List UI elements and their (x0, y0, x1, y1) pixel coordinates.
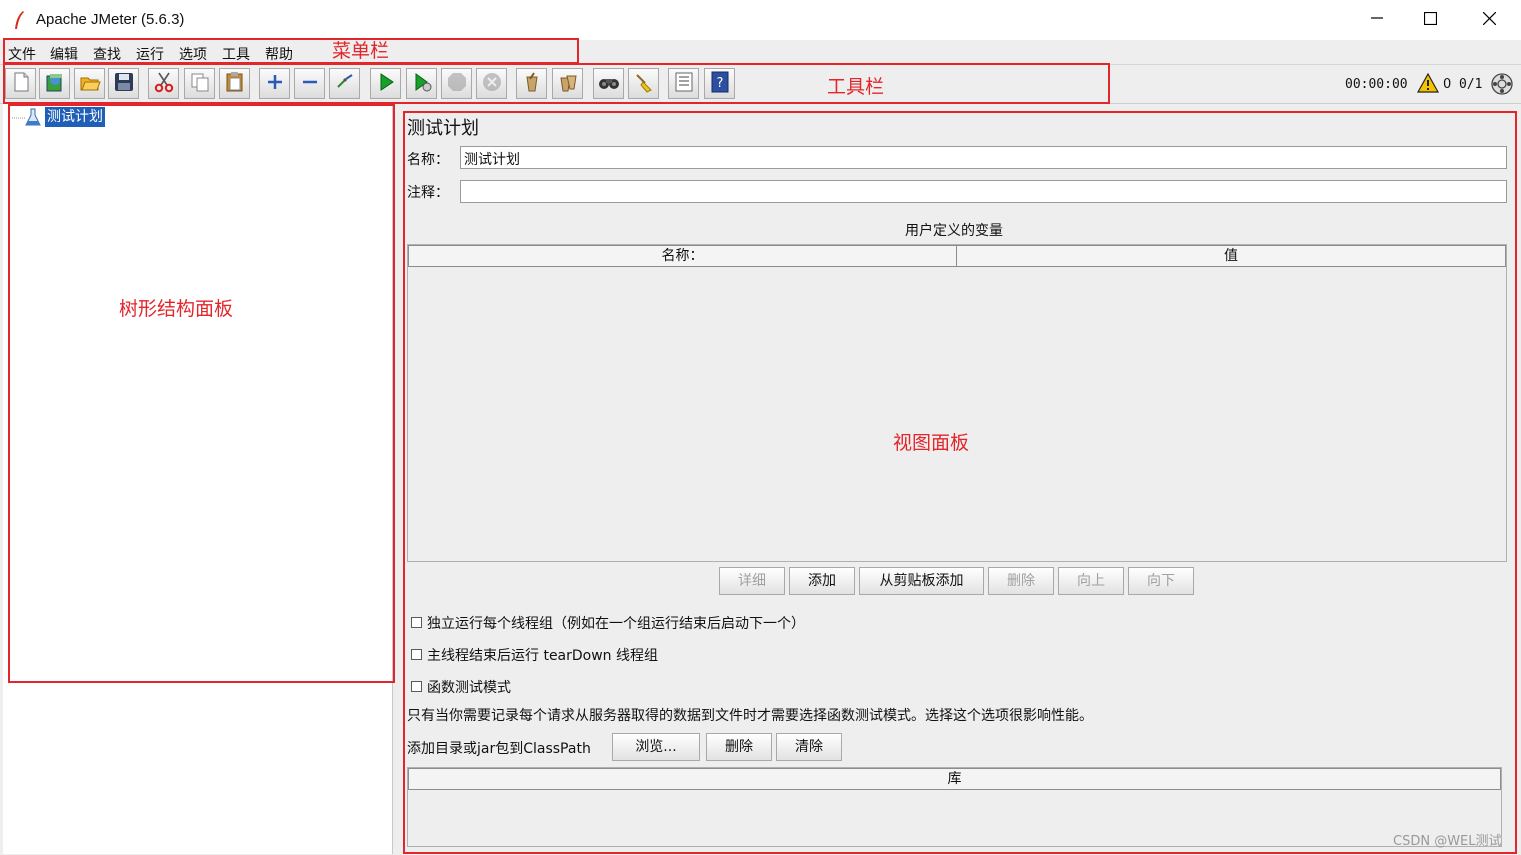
annotation-toolbar-label: 工具栏 (827, 76, 885, 98)
maximize-button[interactable] (1401, 0, 1459, 40)
log-viewer-icon[interactable] (1491, 73, 1513, 99)
annotation-menubar-box (3, 38, 579, 64)
active-threads: 0/1 (1459, 77, 1483, 92)
annotation-tree-box (8, 104, 395, 683)
watermark: CSDN @WEL测试 (1393, 834, 1502, 849)
jmeter-feather-icon (12, 10, 26, 34)
annotation-view-box (403, 111, 1517, 854)
annotation-menubar-label: 菜单栏 (332, 40, 390, 62)
maximize-icon (1423, 11, 1437, 29)
annotation-tree-label: 树形结构面板 (119, 298, 234, 320)
annotation-toolbar-box (3, 63, 1110, 104)
window-title: Apache JMeter (5.6.3) (36, 11, 185, 28)
close-icon (1482, 11, 1496, 29)
annotation-view-label: 视图面板 (893, 432, 970, 454)
elapsed-timer: 00:00:00 (1345, 77, 1408, 92)
title-bar: Apache JMeter (5.6.3) (0, 0, 1521, 40)
close-button[interactable] (1460, 0, 1518, 40)
warning-icon[interactable] (1416, 72, 1440, 97)
minimize-button[interactable] (1348, 0, 1406, 40)
warning-count: 0 (1443, 77, 1452, 92)
minimize-icon (1371, 12, 1383, 28)
